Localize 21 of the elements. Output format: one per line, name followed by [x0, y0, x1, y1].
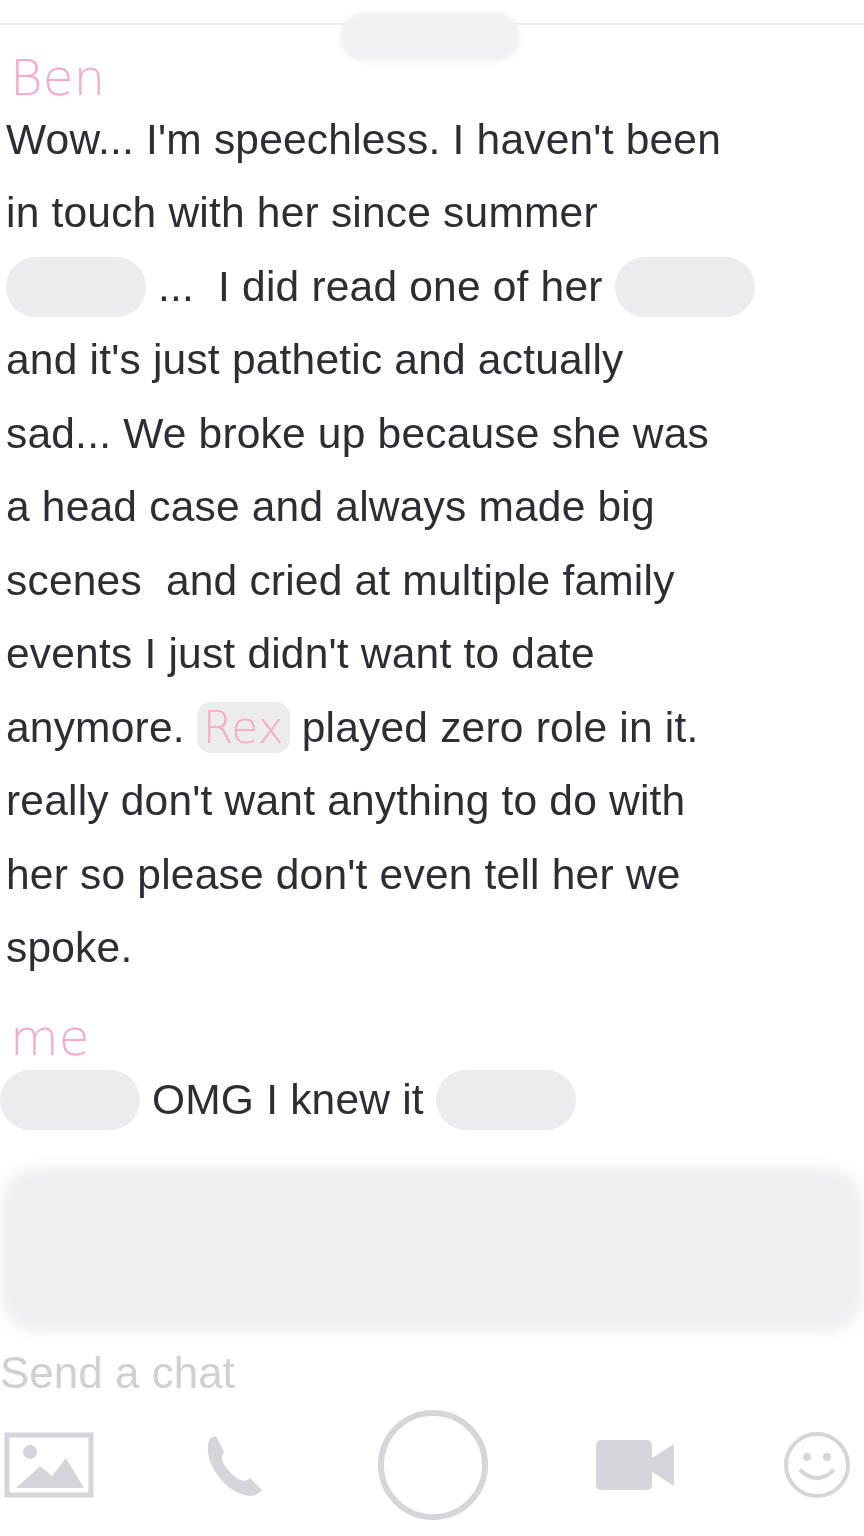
- message-text: sad... We broke up because she was: [6, 409, 709, 458]
- sender-label: Ben: [10, 52, 106, 103]
- message-text: a head case and always made big: [6, 483, 655, 532]
- image-icon[interactable]: [4, 1431, 94, 1498]
- message-text: spoke.: [6, 924, 133, 973]
- message-text: anymore.: [6, 703, 185, 752]
- capture-button[interactable]: [376, 1407, 490, 1522]
- message-text: scenes and cried at multiple family: [6, 556, 675, 605]
- message-text: her so please don't even tell her we: [6, 850, 681, 899]
- smiley-icon[interactable]: [782, 1429, 852, 1500]
- video-camera-icon[interactable]: [596, 1439, 676, 1490]
- message-text: and it's just pathetic and actually: [6, 336, 624, 385]
- message-text: OMG I knew it: [152, 1075, 424, 1124]
- handwritten-name: Rex: [196, 702, 290, 754]
- message-text: played zero role in it.: [301, 703, 699, 752]
- message-text: really don't want anything to do with: [6, 777, 686, 826]
- message-text: events I just didn't want to date: [6, 630, 595, 679]
- message-text: ... I did read one of her: [158, 262, 603, 311]
- message-text: in touch with her since summer: [6, 189, 598, 238]
- sender-label: me: [10, 1013, 90, 1064]
- message-text: Wow... I'm speechless. I haven't been: [6, 115, 722, 164]
